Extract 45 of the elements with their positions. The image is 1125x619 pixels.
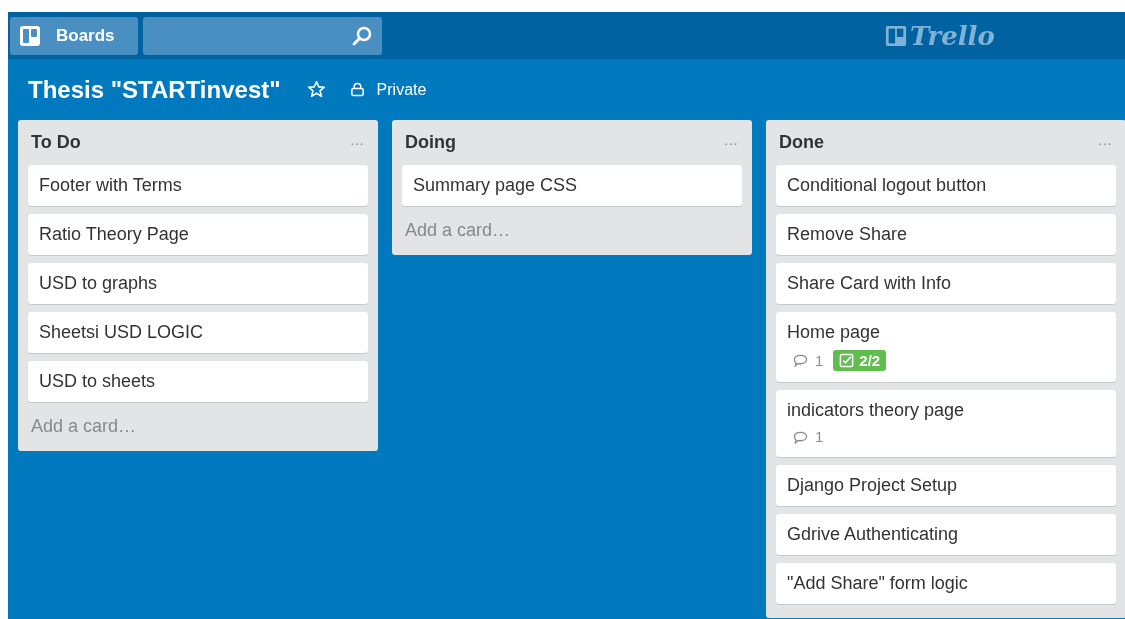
card[interactable]: Summary page CSS xyxy=(402,165,742,206)
card[interactable]: indicators theory page 1 xyxy=(776,390,1116,457)
lock-icon xyxy=(349,82,365,97)
card[interactable]: Footer with Terms xyxy=(28,165,368,206)
comment-icon xyxy=(793,430,808,444)
card-title: Gdrive Authenticating xyxy=(787,523,960,545)
card-title: indicators theory page xyxy=(787,399,966,421)
card[interactable]: Gdrive Authenticating xyxy=(776,514,1116,555)
card[interactable]: Django Project Setup xyxy=(776,465,1116,506)
card-title: Ratio Theory Page xyxy=(39,223,190,245)
card-title: USD to graphs xyxy=(39,272,159,294)
card[interactable]: USD to sheets xyxy=(28,361,368,402)
boards-button[interactable]: Boards xyxy=(10,16,138,55)
card-title: Sheetsi USD LOGIC xyxy=(39,321,205,343)
card[interactable]: Conditional logout button xyxy=(776,165,1116,206)
comment-count: 1 xyxy=(815,351,824,370)
list-title[interactable]: Done xyxy=(779,132,824,153)
card-title: Footer with Terms xyxy=(39,174,183,196)
card-title: USD to sheets xyxy=(39,370,157,392)
checklist-badge: 2/2 xyxy=(833,350,887,371)
star-icon[interactable] xyxy=(306,80,326,99)
logo-icon xyxy=(885,25,907,47)
search-icon xyxy=(352,25,372,46)
list-title[interactable]: Doing xyxy=(405,132,456,153)
card-title: Home page xyxy=(787,321,882,343)
card-title: Remove Share xyxy=(787,223,909,245)
card[interactable]: Home page 1 2/2 xyxy=(776,312,1116,382)
visibility-button[interactable]: Private xyxy=(349,80,427,99)
card-title: Share Card with Info xyxy=(787,272,953,294)
card-title: Conditional logout button xyxy=(787,174,988,196)
search-field[interactable] xyxy=(143,16,382,55)
comment-count: 1 xyxy=(815,428,824,446)
card-title: Summary page CSS xyxy=(413,174,579,196)
card[interactable]: USD to graphs xyxy=(28,263,368,304)
card[interactable]: Ratio Theory Page xyxy=(28,214,368,255)
comment-icon xyxy=(793,354,808,367)
card-title: Django Project Setup xyxy=(787,474,959,496)
board-title[interactable]: Thesis "STARTinvest" xyxy=(28,75,281,104)
card[interactable]: "Add Share" form logic xyxy=(776,563,1116,604)
card[interactable]: Share Card with Info xyxy=(776,263,1116,304)
list-title[interactable]: To Do xyxy=(31,132,81,153)
boards-icon xyxy=(20,25,40,46)
card[interactable]: Remove Share xyxy=(776,214,1116,255)
card-title: "Add Share" form logic xyxy=(787,572,969,594)
card[interactable]: Sheetsi USD LOGIC xyxy=(28,312,368,353)
